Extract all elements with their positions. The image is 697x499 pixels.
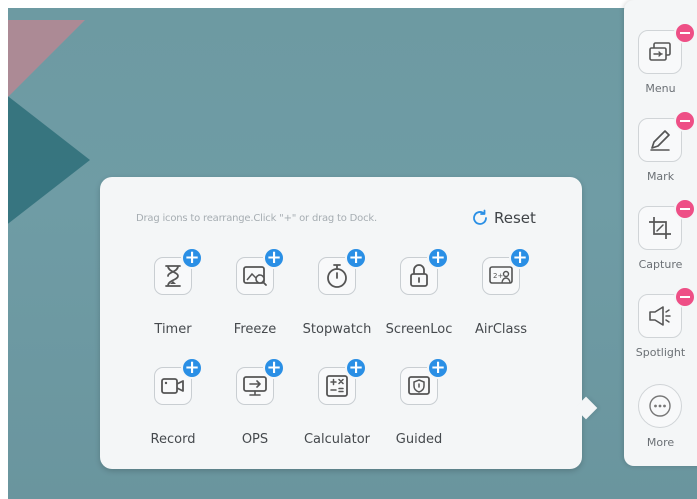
app-screenlock[interactable]: + ScreenLoc: [378, 247, 460, 349]
app-calculator[interactable]: + Calculator: [296, 357, 378, 459]
app-label: Calculator: [303, 432, 370, 447]
add-to-dock-button[interactable]: +: [263, 357, 285, 379]
app-stopwatch[interactable]: + Stopwatch: [296, 247, 378, 349]
reset-label: Reset: [494, 209, 536, 227]
dock-item-label: Spotlight: [635, 346, 686, 359]
apps-panel: Drag icons to rearrange.Click "+" or dra…: [100, 177, 582, 469]
dock-item-label: Menu: [645, 82, 676, 95]
app-label: Timer: [154, 322, 192, 337]
remove-from-dock-button[interactable]: [674, 22, 696, 44]
app-label: Guided: [395, 432, 443, 447]
dock-item-spotlight[interactable]: Spotlight: [624, 286, 697, 380]
dock-item-mark[interactable]: Mark: [624, 110, 697, 204]
app-label: ScreenLoc: [385, 322, 453, 337]
app-ops[interactable]: + OPS: [214, 357, 296, 459]
app-label: Freeze: [233, 322, 277, 337]
add-to-dock-button[interactable]: +: [181, 357, 203, 379]
add-to-dock-button[interactable]: +: [509, 247, 531, 269]
remove-from-dock-button[interactable]: [674, 286, 696, 308]
app-label: Record: [150, 432, 196, 447]
app-label: OPS: [241, 432, 269, 447]
app-timer[interactable]: + Timer: [132, 247, 214, 349]
app-guided[interactable]: + Guided: [378, 357, 460, 459]
add-to-dock-button[interactable]: +: [181, 247, 203, 269]
dock-item-label: More: [646, 436, 675, 449]
app-airclass[interactable]: 2+ + AirClass: [460, 247, 542, 349]
wallpaper-shape: [8, 90, 90, 230]
reset-button[interactable]: Reset: [470, 208, 536, 228]
add-to-dock-button[interactable]: +: [345, 247, 367, 269]
refresh-icon: [473, 209, 487, 225]
dock-item-label: Mark: [646, 170, 675, 183]
more-icon: [638, 384, 682, 428]
app-record[interactable]: + Record: [132, 357, 214, 459]
dock-item-more[interactable]: More: [624, 384, 697, 470]
add-to-dock-button[interactable]: +: [427, 247, 449, 269]
dock-item-label: Capture: [638, 258, 683, 271]
right-dock: Menu Mark Capture Spotlight More: [624, 0, 697, 466]
add-to-dock-button[interactable]: +: [263, 247, 285, 269]
app-label: AirClass: [474, 322, 528, 337]
add-to-dock-button[interactable]: +: [345, 357, 367, 379]
panel-hint: Drag icons to rearrange.Click "+" or dra…: [136, 213, 377, 224]
remove-from-dock-button[interactable]: [674, 110, 696, 132]
airclass-glyph: 2+: [493, 272, 503, 280]
dock-item-menu[interactable]: Menu: [624, 22, 697, 116]
app-label: Stopwatch: [302, 322, 372, 337]
add-to-dock-button[interactable]: +: [427, 357, 449, 379]
dock-item-capture[interactable]: Capture: [624, 198, 697, 292]
app-freeze[interactable]: + Freeze: [214, 247, 296, 349]
remove-from-dock-button[interactable]: [674, 198, 696, 220]
